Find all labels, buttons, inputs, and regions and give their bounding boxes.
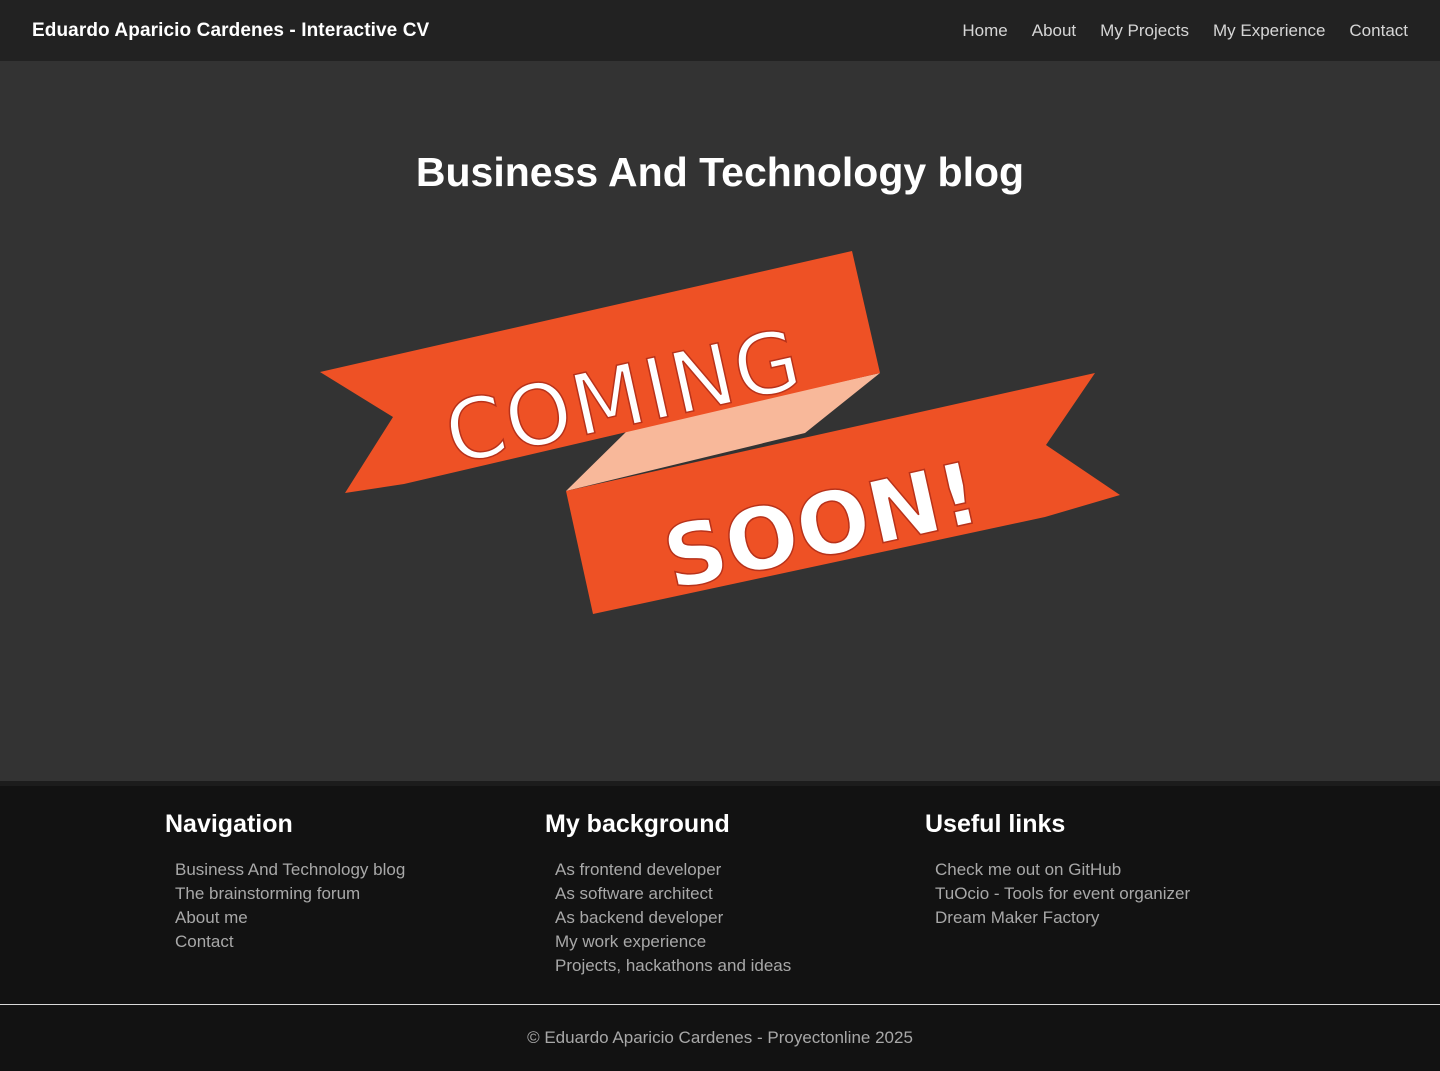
- main-nav: Home About My Projects My Experience Con…: [962, 21, 1408, 41]
- nav-link-projects[interactable]: My Projects: [1100, 21, 1189, 41]
- footer-link[interactable]: Business And Technology blog: [175, 858, 525, 882]
- footer-link[interactable]: About me: [175, 906, 525, 930]
- footer-heading: Useful links: [925, 810, 1066, 838]
- footer-link[interactable]: TuOcio - Tools for event organizer: [935, 882, 1285, 906]
- nav-link-about[interactable]: About: [1032, 21, 1076, 41]
- footer-link[interactable]: Dream Maker Factory: [935, 906, 1285, 930]
- footer-column-useful-links: Useful links Check me out on GitHub TuOc…: [925, 810, 1285, 930]
- footer-heading: Navigation: [165, 810, 293, 838]
- footer-link[interactable]: My work experience: [555, 930, 905, 954]
- footer-column-navigation: Navigation Business And Technology blog …: [165, 810, 525, 954]
- footer-link[interactable]: As frontend developer: [555, 858, 905, 882]
- footer-link[interactable]: As backend developer: [555, 906, 905, 930]
- top-navbar: Eduardo Aparicio Cardenes - Interactive …: [0, 0, 1440, 61]
- site-brand[interactable]: Eduardo Aparicio Cardenes - Interactive …: [32, 20, 429, 42]
- footer-heading: My background: [545, 810, 730, 838]
- nav-link-home[interactable]: Home: [962, 21, 1007, 41]
- footer-link[interactable]: Projects, hackathons and ideas: [555, 954, 905, 978]
- nav-link-contact[interactable]: Contact: [1349, 21, 1408, 41]
- coming-soon-banner: COMING SOON!: [320, 251, 1120, 614]
- footer-link[interactable]: As software architect: [555, 882, 905, 906]
- footer-link[interactable]: Check me out on GitHub: [935, 858, 1285, 882]
- footer-link[interactable]: The brainstorming forum: [175, 882, 525, 906]
- footer-link[interactable]: Contact: [175, 930, 525, 954]
- nav-link-experience[interactable]: My Experience: [1213, 21, 1325, 41]
- site-footer: Navigation Business And Technology blog …: [0, 786, 1440, 1005]
- copyright-notice: © Eduardo Aparicio Cardenes - Proyectonl…: [0, 1005, 1440, 1070]
- hero-section: Business And Technology blog COMING SOON…: [0, 61, 1440, 781]
- footer-column-background: My background As frontend developer As s…: [545, 810, 905, 978]
